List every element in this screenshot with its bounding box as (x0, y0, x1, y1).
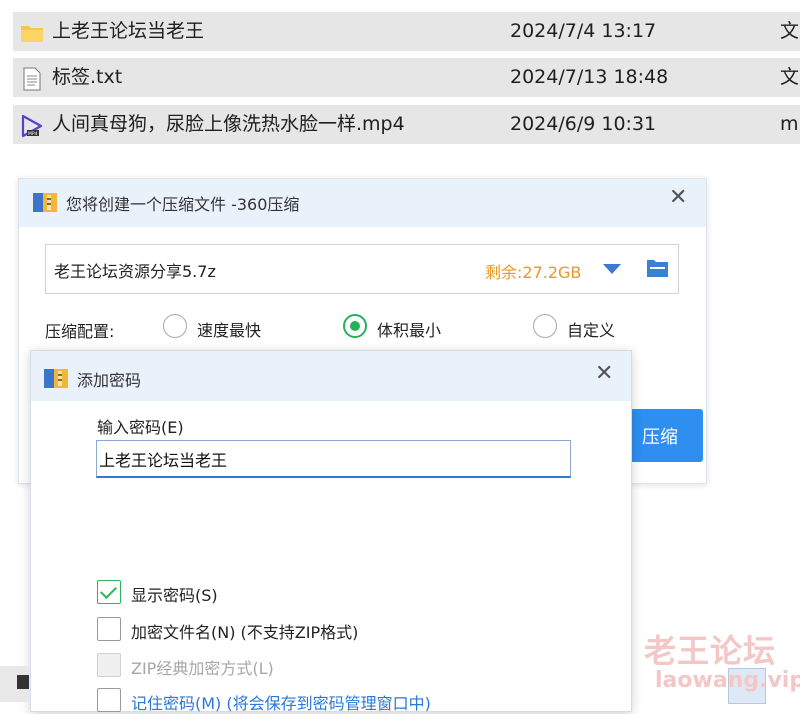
file-name: 上老王论坛当老王 (52, 20, 205, 42)
watermark-text: 老王论坛 (644, 632, 777, 670)
archive-filename: 老王论坛资源分享5.7z (54, 262, 216, 281)
file-row-folder[interactable]: 上老王论坛当老王 2024/7/4 13:17 文 (13, 12, 800, 51)
radio-circle (533, 314, 557, 338)
text-file-icon (20, 66, 44, 91)
file-name: 标签.txt (52, 66, 123, 88)
checkbox-box (97, 617, 121, 641)
password-input-label: 输入密码(E) (97, 418, 184, 437)
compress-button-label: 压缩 (642, 427, 678, 448)
dialog-title: 您将创建一个压缩文件 -360压缩 (66, 195, 300, 214)
checkbox-box (97, 688, 121, 712)
folder-browse-icon[interactable] (646, 258, 669, 278)
window-edge-mark (17, 675, 29, 689)
folder-icon (20, 20, 44, 44)
file-row-txt[interactable]: 标签.txt 2024/7/13 18:48 文 (13, 58, 800, 97)
dialog-titlebar[interactable]: 添加密码 ✕ (31, 351, 631, 401)
file-type: m (780, 113, 799, 135)
checkbox-box-disabled (97, 653, 121, 677)
password-dialog: 添加密码 ✕ 输入密码(E) 显示密码(S) 加密文件名(N) (不支持ZIP格… (30, 350, 632, 713)
compress-button[interactable]: 压缩 (630, 409, 703, 462)
archive-app-icon (32, 190, 58, 214)
checkbox-checked (97, 580, 121, 604)
file-date: 2024/7/4 13:17 (510, 20, 657, 42)
file-type: 文 (780, 66, 800, 88)
output-path-field[interactable]: 老王论坛资源分享5.7z 剩余:27.2GB (45, 244, 679, 294)
password-input[interactable] (96, 440, 571, 478)
checkbox-label: 记住密码(M) (将会保存到密码管理窗口中) (131, 694, 431, 713)
file-date: 2024/6/9 10:31 (510, 113, 657, 135)
free-space-label: 剩余:27.2GB (485, 263, 582, 282)
svg-text:MP4: MP4 (28, 131, 38, 137)
checkbox-label: ZIP经典加密方式(L) (131, 659, 274, 678)
checkbox-label: 加密文件名(N) (不支持ZIP格式) (131, 623, 359, 642)
archive-app-icon (43, 366, 69, 390)
close-icon[interactable]: ✕ (595, 361, 613, 386)
radio-label: 速度最快 (197, 321, 262, 340)
file-row-mp4[interactable]: MP4 人间真母狗，尿脸上像洗热水脸一样.mp4 2024/6/9 10:31 … (13, 105, 800, 144)
file-date: 2024/7/13 18:48 (510, 66, 669, 88)
video-file-icon: MP4 (20, 113, 44, 138)
watermark-url: laowang.vip (655, 668, 800, 693)
dialog-title: 添加密码 (77, 371, 142, 390)
radio-label: 体积最小 (377, 321, 442, 340)
close-icon[interactable]: ✕ (669, 185, 687, 210)
chevron-down-icon[interactable] (603, 264, 621, 274)
file-type: 文 (780, 20, 800, 42)
dialog-titlebar[interactable]: 您将创建一个压缩文件 -360压缩 ✕ (19, 179, 706, 227)
radio-label: 自定义 (567, 321, 616, 340)
radio-circle-selected (343, 314, 367, 338)
radio-circle (163, 314, 187, 338)
checkbox-label: 显示密码(S) (131, 586, 218, 605)
file-name: 人间真母狗，尿脸上像洗热水脸一样.mp4 (52, 113, 405, 135)
compress-config-label: 压缩配置: (45, 322, 115, 341)
